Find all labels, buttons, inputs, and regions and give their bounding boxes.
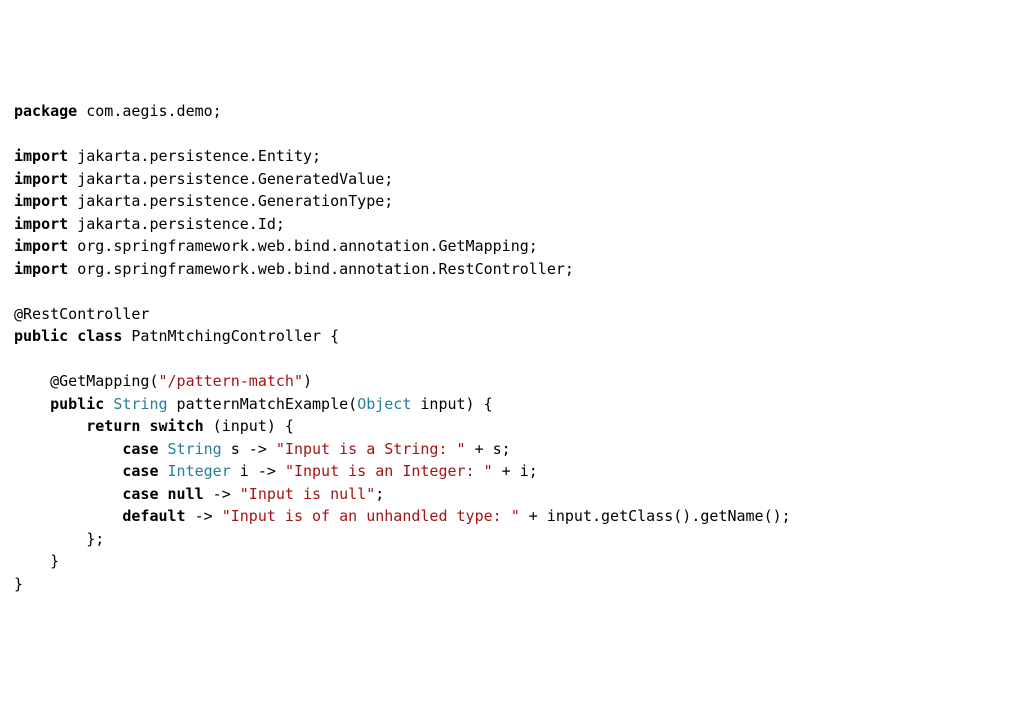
method-name: patternMatchExample( [168, 395, 358, 413]
keyword-import: import [14, 260, 68, 278]
line-case-string: case String s -> "Input is a String: " +… [14, 440, 511, 458]
class-name: PatnMtchingController { [122, 327, 339, 345]
line-package: package com.aegis.demo; [14, 102, 222, 120]
keyword-null: null [159, 485, 204, 503]
line-getmapping: @GetMapping("/pattern-match") [14, 372, 312, 390]
package-name: com.aegis.demo; [77, 102, 222, 120]
line-case-integer: case Integer i -> "Input is an Integer: … [14, 462, 538, 480]
keyword-package: package [14, 102, 77, 120]
code-block: package com.aegis.demo; import jakarta.p… [14, 100, 1010, 595]
line-import-2: import jakarta.persistence.GeneratedValu… [14, 170, 393, 188]
indent [14, 395, 50, 413]
line-switch: return switch (input) { [14, 417, 294, 435]
indent [14, 507, 122, 525]
indent [14, 417, 86, 435]
case-rest: + s; [466, 440, 511, 458]
import-name: jakarta.persistence.GenerationType; [68, 192, 393, 210]
line-default: default -> "Input is of an unhandled typ… [14, 507, 791, 525]
string-literal: "Input is an Integer: " [285, 462, 493, 480]
type-string: String [159, 440, 222, 458]
keyword-import: import [14, 147, 68, 165]
import-name: jakarta.persistence.Id; [68, 215, 285, 233]
line-import-3: import jakarta.persistence.GenerationTyp… [14, 192, 393, 210]
keyword-case: case [122, 462, 158, 480]
keyword-import: import [14, 192, 68, 210]
default-rest: + input.getClass().getName(); [520, 507, 791, 525]
close-class: } [14, 575, 23, 593]
case-var: i -> [231, 462, 285, 480]
line-import-6: import org.springframework.web.bind.anno… [14, 260, 574, 278]
string-literal: "Input is a String: " [276, 440, 466, 458]
mapping-path-string: "/pattern-match" [159, 372, 304, 390]
keyword-public: public [14, 327, 68, 345]
case-var: s -> [222, 440, 276, 458]
keyword-import: import [14, 170, 68, 188]
type-string: String [104, 395, 167, 413]
keyword-case: case [122, 440, 158, 458]
keyword-import: import [14, 215, 68, 233]
keyword-public: public [50, 395, 104, 413]
arrow: -> [186, 507, 222, 525]
keyword-class: class [77, 327, 122, 345]
indent [14, 485, 122, 503]
type-integer: Integer [159, 462, 231, 480]
close-switch: }; [14, 530, 104, 548]
import-name: jakarta.persistence.GeneratedValue; [68, 170, 393, 188]
line-case-null: case null -> "Input is null"; [14, 485, 384, 503]
line-method-sig: public String patternMatchExample(Object… [14, 395, 493, 413]
import-name: org.springframework.web.bind.annotation.… [68, 237, 538, 255]
annotation-restcontroller: @RestController [14, 305, 149, 323]
keyword-case: case [122, 485, 158, 503]
string-literal: "Input is null" [240, 485, 375, 503]
import-name: org.springframework.web.bind.annotation.… [68, 260, 574, 278]
paren-close: ) [303, 372, 312, 390]
import-name: jakarta.persistence.Entity; [68, 147, 321, 165]
annotation-getmapping: @GetMapping( [14, 372, 159, 390]
keyword-default: default [122, 507, 185, 525]
string-literal: "Input is of an unhandled type: " [222, 507, 520, 525]
type-object: Object [357, 395, 411, 413]
semicolon: ; [375, 485, 384, 503]
line-import-5: import org.springframework.web.bind.anno… [14, 237, 538, 255]
indent [14, 462, 122, 480]
method-rest: input) { [411, 395, 492, 413]
keyword-import: import [14, 237, 68, 255]
close-method: } [14, 552, 59, 570]
keyword-return: return [86, 417, 140, 435]
arrow: -> [204, 485, 240, 503]
line-import-4: import jakarta.persistence.Id; [14, 215, 285, 233]
case-rest: + i; [493, 462, 538, 480]
keyword-switch: switch [140, 417, 203, 435]
indent [14, 440, 122, 458]
line-import-1: import jakarta.persistence.Entity; [14, 147, 321, 165]
line-class-decl: public class PatnMtchingController { [14, 327, 339, 345]
switch-rest: (input) { [204, 417, 294, 435]
